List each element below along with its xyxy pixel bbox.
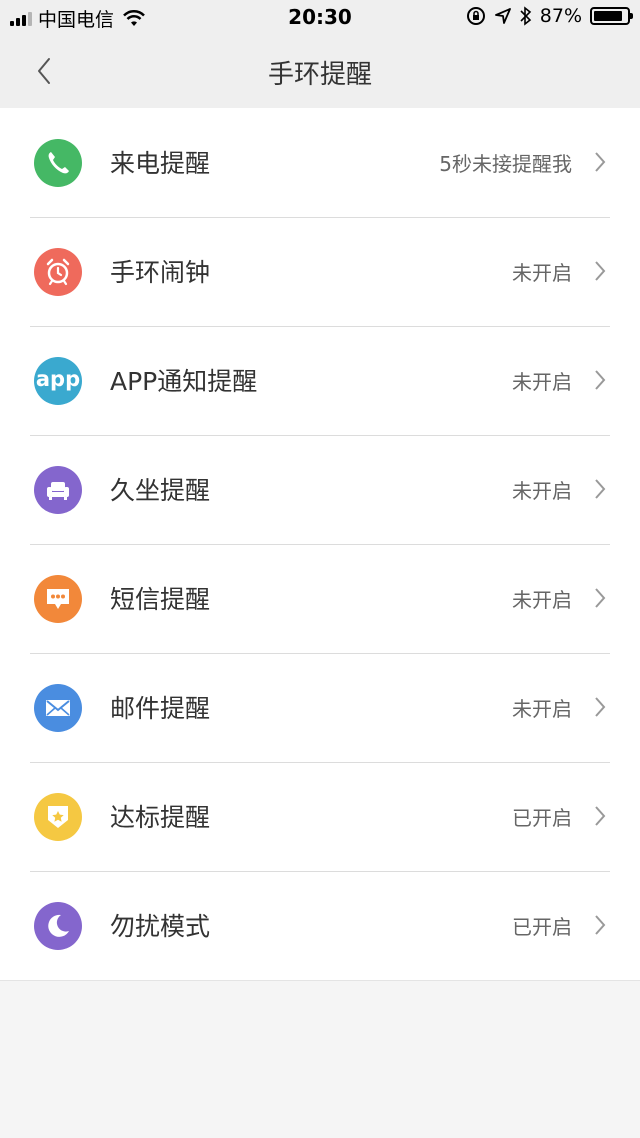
app-icon-text: app bbox=[35, 367, 81, 391]
phone-icon bbox=[34, 139, 82, 187]
battery-icon bbox=[590, 7, 633, 25]
orientation-lock-icon bbox=[466, 7, 485, 25]
row-status: 未开启 bbox=[512, 588, 572, 612]
battery-fill bbox=[594, 11, 622, 21]
row-app-notification[interactable]: app APP通知提醒 未开启 bbox=[0, 326, 640, 435]
row-label: 来电提醒 bbox=[110, 149, 211, 178]
row-status: 5秒未接提醒我 bbox=[439, 152, 572, 176]
sofa-icon bbox=[34, 466, 82, 514]
row-do-not-disturb[interactable]: 勿扰模式 已开启 bbox=[0, 871, 640, 980]
reminder-list: 来电提醒 5秒未接提醒我 手环闹钟 未开启 app APP通知提醒 未开启 久坐… bbox=[0, 108, 640, 980]
row-status: 未开启 bbox=[512, 697, 572, 721]
row-status: 已开启 bbox=[512, 915, 572, 939]
row-status: 已开启 bbox=[512, 806, 572, 830]
chevron-right-icon bbox=[595, 915, 606, 935]
row-goal-reached[interactable]: 达标提醒 已开启 bbox=[0, 762, 640, 871]
battery-percent: 87% bbox=[539, 5, 582, 27]
row-incoming-call[interactable]: 来电提醒 5秒未接提醒我 bbox=[0, 108, 640, 217]
row-label: 短信提醒 bbox=[110, 585, 211, 614]
chevron-right-icon bbox=[595, 806, 606, 826]
app-icon: app bbox=[34, 357, 82, 405]
row-email[interactable]: 邮件提醒 未开启 bbox=[0, 653, 640, 762]
chevron-right-icon bbox=[595, 370, 606, 390]
row-label: 邮件提醒 bbox=[110, 694, 211, 723]
row-label: 手环闹钟 bbox=[110, 258, 211, 287]
row-label: APP通知提醒 bbox=[110, 367, 258, 396]
row-sms[interactable]: 短信提醒 未开启 bbox=[0, 544, 640, 653]
chevron-right-icon bbox=[595, 697, 606, 717]
alarm-clock-icon bbox=[34, 248, 82, 296]
empty-background bbox=[0, 980, 640, 1135]
chevron-right-icon bbox=[595, 588, 606, 608]
row-label: 勿扰模式 bbox=[110, 912, 211, 941]
location-icon bbox=[494, 8, 511, 24]
row-status: 未开启 bbox=[512, 370, 572, 394]
row-status: 未开启 bbox=[512, 479, 572, 503]
row-label: 达标提醒 bbox=[110, 803, 211, 832]
mail-icon bbox=[34, 684, 82, 732]
chevron-right-icon bbox=[595, 479, 606, 499]
row-band-alarm[interactable]: 手环闹钟 未开启 bbox=[0, 217, 640, 326]
badge-star-icon bbox=[34, 793, 82, 841]
row-status: 未开启 bbox=[512, 261, 572, 285]
row-label: 久坐提醒 bbox=[110, 476, 211, 505]
message-icon bbox=[34, 575, 82, 623]
chevron-right-icon bbox=[595, 261, 606, 281]
bluetooth-icon bbox=[520, 6, 531, 26]
page-title: 手环提醒 bbox=[267, 60, 372, 90]
moon-icon bbox=[34, 902, 82, 950]
status-bar: 中国电信 20:30 87% bbox=[0, 0, 640, 36]
navigation-bar: 手环提醒 bbox=[0, 36, 640, 108]
chevron-right-icon bbox=[595, 152, 606, 172]
top-bar: 中国电信 20:30 87% 手环提醒 bbox=[0, 0, 640, 108]
row-sedentary[interactable]: 久坐提醒 未开启 bbox=[0, 435, 640, 544]
